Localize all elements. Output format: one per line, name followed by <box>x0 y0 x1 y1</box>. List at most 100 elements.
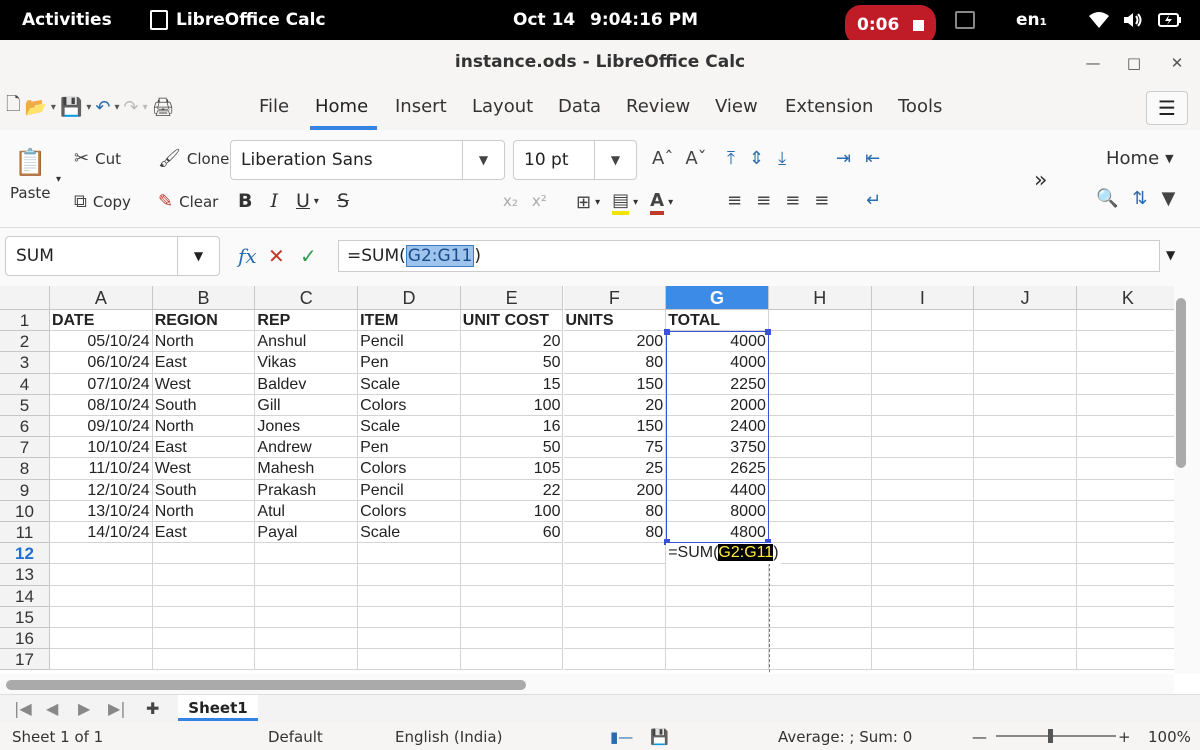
table-cell[interactable] <box>974 373 1077 395</box>
table-cell[interactable] <box>768 606 872 628</box>
table-cell[interactable]: Anshul <box>255 331 359 353</box>
row-header-4[interactable]: 4 <box>0 373 50 395</box>
table-cell[interactable] <box>358 649 461 671</box>
tab-insert[interactable]: Insert <box>395 96 447 117</box>
table-cell[interactable] <box>974 352 1077 374</box>
table-cell[interactable]: 08/10/24 <box>50 394 153 416</box>
align-center-vertical-icon[interactable]: ⇕ <box>749 148 764 169</box>
font-name-combo[interactable]: Liberation Sans ▼ <box>230 140 505 180</box>
table-cell[interactable] <box>563 543 667 565</box>
row-header-5[interactable]: 5 <box>0 394 50 416</box>
table-cell[interactable]: 16 <box>460 416 564 438</box>
table-cell[interactable] <box>666 649 769 671</box>
table-cell[interactable] <box>974 394 1077 416</box>
table-cell[interactable] <box>768 437 872 459</box>
table-cell[interactable] <box>871 522 975 544</box>
table-cell[interactable] <box>871 500 975 522</box>
zoom-level[interactable]: 100% <box>1148 728 1191 746</box>
table-cell[interactable]: 15 <box>460 373 564 395</box>
header-cell[interactable]: TOTAL <box>666 310 769 332</box>
table-cell[interactable] <box>460 606 564 628</box>
table-cell[interactable] <box>563 649 667 671</box>
table-cell[interactable] <box>974 564 1077 586</box>
table-cell[interactable]: Andrew <box>255 437 359 459</box>
table-cell[interactable]: 20 <box>460 331 564 353</box>
function-wizard-icon[interactable]: fx <box>238 244 257 268</box>
chevron-down-icon[interactable]: ▼ <box>177 237 219 275</box>
table-cell[interactable] <box>768 352 872 374</box>
tab-view[interactable]: View <box>715 96 758 117</box>
align-top-icon[interactable]: ⤒ <box>727 148 735 169</box>
column-header-j[interactable]: J <box>974 286 1077 310</box>
select-all-corner[interactable] <box>0 286 50 310</box>
table-cell[interactable] <box>871 606 975 628</box>
table-cell[interactable]: 80 <box>563 500 667 522</box>
tab-home[interactable]: Home <box>315 96 368 117</box>
table-cell[interactable]: Colors <box>358 394 461 416</box>
row-header-14[interactable]: 14 <box>0 585 50 607</box>
table-cell[interactable] <box>768 373 872 395</box>
minimize-icon[interactable]: — <box>1080 50 1106 76</box>
add-sheet-icon[interactable]: ✚ <box>146 699 159 718</box>
header-cell[interactable]: DATE <box>50 310 153 332</box>
column-header-k[interactable]: K <box>1077 286 1174 310</box>
table-cell[interactable] <box>358 585 461 607</box>
page-style[interactable]: Default <box>268 728 323 746</box>
table-cell[interactable] <box>50 628 153 650</box>
table-cell[interactable] <box>255 649 359 671</box>
table-cell[interactable]: Atul <box>255 500 359 522</box>
style-menu-dropdown[interactable]: Home ▼ <box>1106 148 1174 169</box>
clock-time[interactable]: 9:04:16 PM <box>590 0 698 40</box>
hamburger-menu-icon[interactable]: ☰ <box>1146 91 1188 125</box>
subscript-icon[interactable]: x₂ <box>503 192 518 210</box>
chevron-down-icon[interactable]: ▼ <box>594 141 636 179</box>
header-cell[interactable] <box>768 310 872 332</box>
bold-icon[interactable]: B <box>238 190 252 212</box>
row-header-3[interactable]: 3 <box>0 352 50 374</box>
table-cell[interactable] <box>871 628 975 650</box>
volume-icon[interactable] <box>1122 0 1144 40</box>
table-cell[interactable]: Mahesh <box>255 458 359 480</box>
table-cell[interactable] <box>152 564 256 586</box>
table-cell[interactable]: 2250 <box>666 373 769 395</box>
document-language[interactable]: English (India) <box>395 728 502 746</box>
table-cell[interactable]: South <box>152 394 256 416</box>
align-left-icon[interactable]: ≡ <box>727 190 742 211</box>
table-cell[interactable] <box>50 606 153 628</box>
battery-icon[interactable] <box>1158 0 1182 40</box>
table-cell[interactable] <box>1077 628 1174 650</box>
table-cell[interactable] <box>1077 607 1174 628</box>
save-icon[interactable]: 💾 <box>60 97 82 118</box>
selection-mode-icon[interactable]: ▮— <box>610 728 633 746</box>
table-cell[interactable]: 06/10/24 <box>50 352 153 374</box>
table-cell[interactable]: 2625 <box>666 458 769 480</box>
decrease-indent-icon[interactable]: ⇤ <box>865 148 880 169</box>
table-cell[interactable] <box>768 394 872 416</box>
table-cell[interactable] <box>152 543 256 565</box>
header-cell[interactable] <box>974 310 1077 332</box>
table-cell[interactable] <box>152 585 256 607</box>
header-cell[interactable]: REP <box>255 310 359 332</box>
font-color-icon[interactable]: A <box>650 190 665 215</box>
table-cell[interactable]: South <box>152 479 256 501</box>
table-cell[interactable] <box>974 628 1077 650</box>
accept-check-icon[interactable]: ✓ <box>300 244 317 268</box>
table-cell[interactable]: 100 <box>460 500 564 522</box>
table-cell[interactable] <box>768 585 872 607</box>
horizontal-scroll-thumb[interactable] <box>6 680 526 690</box>
clock-date[interactable]: Oct 14 <box>513 0 575 40</box>
table-cell[interactable] <box>460 564 564 586</box>
table-cell[interactable]: 13/10/24 <box>50 500 153 522</box>
table-cell[interactable] <box>152 606 256 628</box>
table-cell[interactable] <box>1077 522 1174 544</box>
table-cell[interactable] <box>358 606 461 628</box>
activities-button[interactable]: Activities <box>22 0 112 40</box>
new-document-icon[interactable]: 🗋 <box>6 92 20 122</box>
table-cell[interactable] <box>666 628 769 650</box>
expand-formula-icon[interactable]: ▼ <box>1166 248 1175 262</box>
cancel-icon[interactable]: ✕ <box>268 244 285 268</box>
table-cell[interactable] <box>666 564 769 586</box>
table-cell[interactable]: 2000 <box>666 394 769 416</box>
table-cell[interactable]: Scale <box>358 373 461 395</box>
close-icon[interactable]: ✕ <box>1164 50 1190 76</box>
